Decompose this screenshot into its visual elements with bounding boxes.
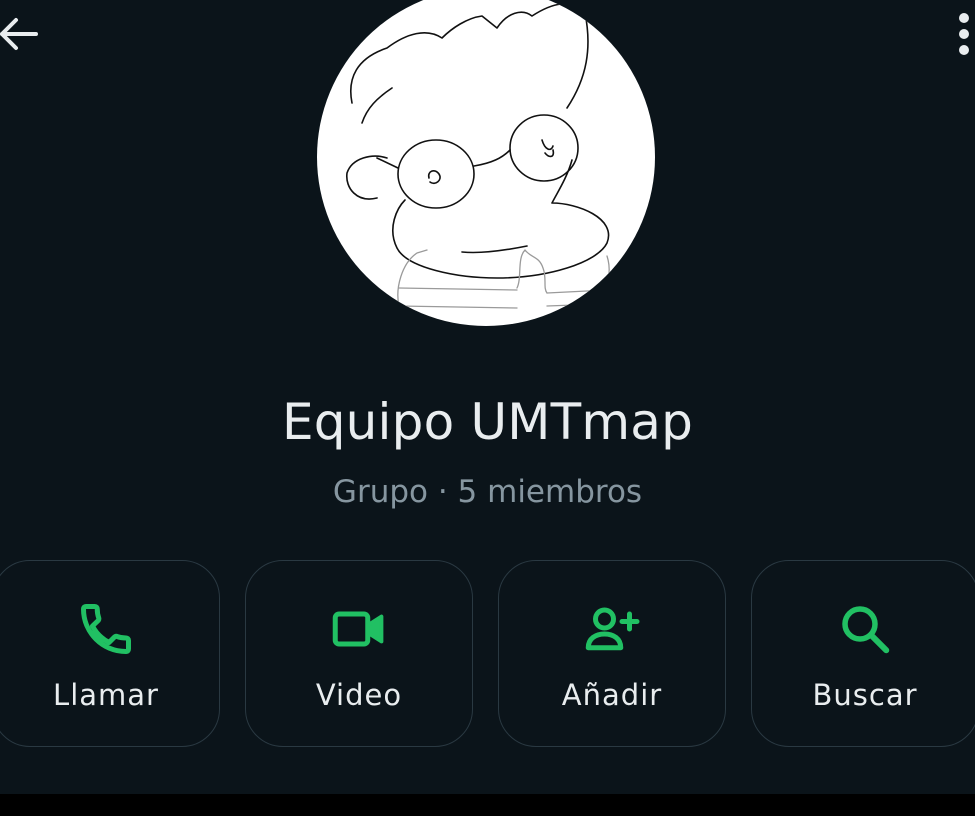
add-member-button[interactable]: Añadir xyxy=(498,560,726,747)
add-member-button-label: Añadir xyxy=(561,678,663,712)
add-person-icon xyxy=(585,607,640,651)
group-name[interactable]: Equipo UMTmap xyxy=(0,388,975,456)
call-button-label: Llamar xyxy=(53,678,159,712)
group-meta: Grupo · 5 miembros xyxy=(332,474,643,510)
system-navigation-bar xyxy=(0,794,975,816)
group-info-screen: Equipo UMTmap Grupo · 5 miembros Llamar … xyxy=(0,0,975,816)
video-camera-icon xyxy=(332,611,384,647)
more-vertical-icon xyxy=(959,13,969,55)
arrow-left-icon xyxy=(0,18,38,50)
call-button[interactable]: Llamar xyxy=(0,560,220,747)
search-button[interactable]: Buscar xyxy=(751,560,975,747)
avatar-sketch-image xyxy=(346,3,610,309)
search-icon xyxy=(842,606,890,654)
phone-icon xyxy=(81,604,131,654)
search-button-label: Buscar xyxy=(812,678,918,712)
more-options-button[interactable] xyxy=(948,12,975,60)
video-button-label: Video xyxy=(315,678,403,712)
back-button[interactable] xyxy=(0,12,40,54)
group-avatar[interactable] xyxy=(317,0,655,326)
video-button[interactable]: Video xyxy=(245,560,473,747)
